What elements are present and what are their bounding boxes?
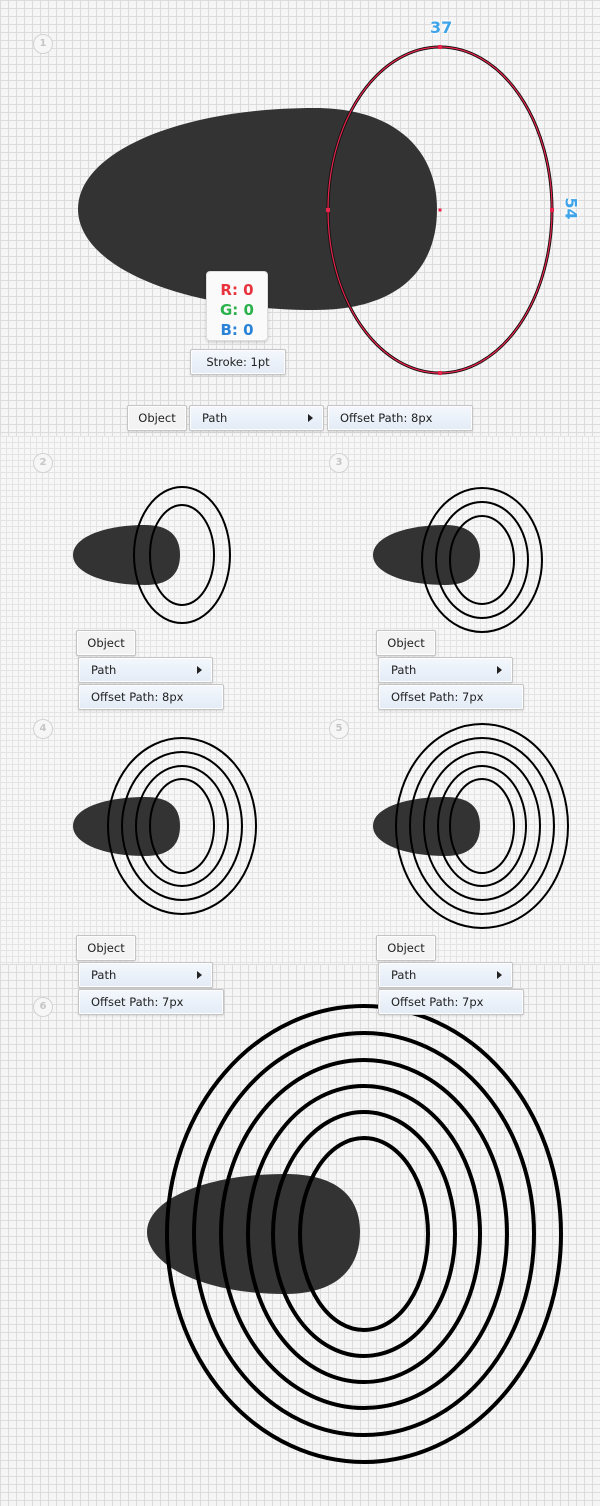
path-label: Path [91,968,117,982]
step-number-2: 2 [33,453,53,473]
color-values-card: R: 0 G: 0 B: 0 [206,271,268,341]
step-3-offset-path-item[interactable]: Offset Path: 7px [378,684,524,710]
step-2-offset-path-item[interactable]: Offset Path: 8px [78,684,224,710]
path-label: Path [91,663,117,677]
stroke-weight-label: Stroke: 1pt [190,349,286,375]
step-4-offset-path-item[interactable]: Offset Path: 7px [78,989,224,1015]
step-4-path-menu-item[interactable]: Path [78,962,213,988]
step-2-artwork [73,486,231,624]
red-value: R: 0 [220,281,254,299]
step-number-3: 3 [329,453,349,473]
path-label: Path [391,663,417,677]
submenu-arrow-icon [308,414,313,422]
submenu-arrow-icon [197,666,202,674]
step-number-1: 1 [33,34,53,54]
width-dimension-label: 37 [430,18,453,37]
step-3-object-menu[interactable]: Object [376,630,436,656]
submenu-arrow-icon [497,666,502,674]
step-4-artwork [73,737,257,915]
step-1-object-menu[interactable]: Object [127,405,187,431]
step-3-path-menu-item[interactable]: Path [378,657,513,683]
submenu-arrow-icon [497,971,502,979]
artwork-canvas [73,45,569,1464]
step-number-6: 6 [33,997,53,1017]
blue-value: B: 0 [220,321,254,339]
step-number-4: 4 [33,719,53,739]
center-point [438,208,442,212]
step-5-offset-path-item[interactable]: Offset Path: 7px [378,989,524,1015]
step-3-artwork [373,487,543,633]
path-label: Path [391,968,417,982]
step-5-artwork [373,723,569,929]
green-value: G: 0 [220,301,254,319]
step-5-path-menu-item[interactable]: Path [378,962,513,988]
step-6-artwork [147,1004,563,1464]
step-4-object-menu[interactable]: Object [76,935,136,961]
anchor-point-top[interactable] [438,45,442,49]
step-5-object-menu[interactable]: Object [376,935,436,961]
step-1-path-menu-item[interactable]: Path [189,405,324,431]
step-2-path-menu-item[interactable]: Path [78,657,213,683]
path-label: Path [202,411,228,425]
anchor-point-bottom[interactable] [438,371,442,375]
step-2-object-menu[interactable]: Object [76,630,136,656]
anchor-point-left[interactable] [326,208,330,212]
anchor-point-right[interactable] [550,208,554,212]
submenu-arrow-icon [197,971,202,979]
height-dimension-label: 54 [561,197,581,220]
step-1-offset-path-item[interactable]: Offset Path: 8px [327,405,473,431]
step-number-5: 5 [329,719,349,739]
